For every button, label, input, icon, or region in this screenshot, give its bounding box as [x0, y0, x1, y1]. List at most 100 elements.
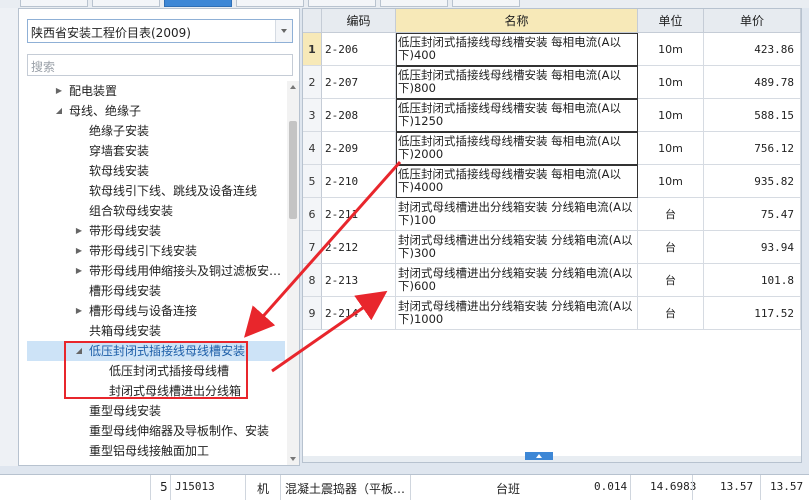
- table-row[interactable]: 9 2-214 封闭式母线槽进出分线箱安装 分线箱电流(A以下)1000 台 117.5…: [303, 297, 801, 330]
- tree-item[interactable]: 软母线安装: [19, 161, 285, 181]
- cell-unit: 台: [638, 297, 704, 330]
- row-number[interactable]: 5: [303, 165, 322, 198]
- catalog-select[interactable]: 陕西省安装工程价目表(2009): [27, 19, 293, 43]
- table-row[interactable]: 8 2-213 封闭式母线槽进出分线箱安装 分线箱电流(A以下)600 台 101.8: [303, 264, 801, 297]
- row-number[interactable]: 1: [303, 33, 322, 66]
- header-name[interactable]: 名称: [396, 9, 638, 33]
- tab-7[interactable]: [452, 0, 520, 7]
- cell-price: 588.15: [704, 99, 801, 132]
- cell-price: 117.52: [704, 297, 801, 330]
- tree-item-label: 组合软母线安装: [89, 204, 174, 218]
- header-price[interactable]: 单价: [704, 9, 801, 33]
- col-divider: [170, 475, 171, 500]
- cell-name: 封闭式母线槽进出分线箱安装 分线箱电流(A以下)100: [396, 198, 638, 231]
- tree-item[interactable]: 重型母线伸缩器及导板制作、安装: [19, 421, 285, 441]
- cell-unit: 10m: [638, 99, 704, 132]
- resource-name: 混凝土震捣器（平板…: [285, 482, 406, 496]
- header-code[interactable]: 编码: [322, 9, 396, 33]
- search-input[interactable]: 搜索: [27, 54, 293, 76]
- row-number[interactable]: 4: [303, 132, 322, 165]
- row-number[interactable]: 8: [303, 264, 322, 297]
- collapse-arrow-icon[interactable]: ◢: [54, 101, 64, 121]
- tree-item[interactable]: ▶ 槽形母线与设备连接: [19, 301, 285, 321]
- cell-unit: 10m: [638, 33, 704, 66]
- scroll-down-icon[interactable]: [287, 453, 299, 465]
- resource-row[interactable]: 5 J15013 机 混凝土震捣器（平板… 台班 0.014 14.6983 1…: [0, 474, 809, 500]
- tree-item[interactable]: 封闭式母线槽进出分线箱: [19, 381, 285, 401]
- cell-price: 101.8: [704, 264, 801, 297]
- header-unit[interactable]: 单位: [638, 9, 704, 33]
- expand-arrow-icon[interactable]: ▶: [74, 241, 84, 261]
- expand-arrow-icon[interactable]: ▶: [74, 301, 84, 321]
- tree-item[interactable]: 重型铝母线接触面加工: [19, 441, 285, 461]
- row-number[interactable]: 9: [303, 297, 322, 330]
- tree-item[interactable]: ◢ 低压封闭式插接线母线槽安装: [27, 341, 285, 361]
- grid-hscroll[interactable]: [303, 452, 801, 462]
- tree-item-label: 共箱母线安装: [89, 324, 162, 338]
- row-number[interactable]: 6: [303, 198, 322, 231]
- tab-3[interactable]: [164, 0, 232, 7]
- table-row[interactable]: 1 2-206 低压封闭式插接线母线槽安装 每相电流(A以下)400 10m 423.8…: [303, 33, 801, 66]
- scroll-up-icon[interactable]: [287, 81, 299, 93]
- cell-unit: 10m: [638, 132, 704, 165]
- cell-unit: 台: [638, 264, 704, 297]
- tree-item-label: 带形母线安装: [89, 224, 162, 238]
- row-number[interactable]: 2: [303, 66, 322, 99]
- cell-code: 2-207: [322, 66, 396, 99]
- tree-item-label: 封闭式母线槽进出分线箱: [109, 384, 242, 398]
- cell-code: 2-210: [322, 165, 396, 198]
- tree-item[interactable]: 低压封闭式插接母线槽: [19, 361, 285, 381]
- resource-price: 14.6983: [650, 480, 697, 493]
- tree-item[interactable]: 组合软母线安装: [19, 201, 285, 221]
- table-row[interactable]: 5 2-210 低压封闭式插接线母线槽安装 每相电流(A以下)4000 10m 935.…: [303, 165, 801, 198]
- tree-item[interactable]: 绝缘子安装: [19, 121, 285, 141]
- tree-item[interactable]: ▶ 带形母线用伸缩接头及铜过滤板安…: [19, 261, 285, 281]
- expand-arrow-icon[interactable]: ▶: [54, 81, 64, 101]
- table-row[interactable]: 2 2-207 低压封闭式插接线母线槽安装 每相电流(A以下)800 10m 489.7…: [303, 66, 801, 99]
- chevron-down-icon[interactable]: [275, 20, 292, 42]
- tree-item[interactable]: 重型母线安装: [19, 401, 285, 421]
- tree-item[interactable]: ▶ 带形母线安装: [19, 221, 285, 241]
- tree-item[interactable]: 穿墙套安装: [19, 141, 285, 161]
- row-number[interactable]: 7: [303, 231, 322, 264]
- tree-item-label: 重型母线安装: [89, 404, 162, 418]
- tab-6[interactable]: [380, 0, 448, 7]
- tree-item[interactable]: 共箱母线安装: [19, 321, 285, 341]
- table-row[interactable]: 4 2-209 低压封闭式插接线母线槽安装 每相电流(A以下)2000 10m 756.…: [303, 132, 801, 165]
- expand-arrow-icon[interactable]: ▶: [74, 221, 84, 241]
- tab-4[interactable]: [236, 0, 304, 7]
- tree-item[interactable]: ▶ 配电装置: [19, 81, 285, 101]
- tree-item-label: 绝缘子安装: [89, 124, 150, 138]
- tree-item-label: 低压封闭式插接母线槽: [109, 364, 230, 378]
- tree-scrollbar[interactable]: [287, 81, 299, 465]
- cell-code: 2-214: [322, 297, 396, 330]
- tree-item-label: 低压封闭式插接线母线槽安装: [89, 344, 246, 358]
- tab-1[interactable]: [20, 0, 88, 7]
- tree-item[interactable]: ◢ 母线、绝缘子: [19, 101, 285, 121]
- cell-price: 489.78: [704, 66, 801, 99]
- tree-item-label: 带形母线用伸缩接头及铜过滤板安…: [89, 264, 282, 278]
- collapse-arrow-icon[interactable]: ◢: [74, 341, 84, 361]
- table-row[interactable]: 7 2-212 封闭式母线槽进出分线箱安装 分线箱电流(A以下)300 台 93.94: [303, 231, 801, 264]
- resource-unit: 台班: [496, 482, 521, 496]
- cell-code: 2-209: [322, 132, 396, 165]
- price-grid: 编码 名称 单位 单价 1 2-206 低压封闭式插接线母线槽安装 每相电流(A以下…: [302, 8, 802, 463]
- tree-item-label: 穿墙套安装: [89, 144, 150, 158]
- expand-arrow-icon[interactable]: ▶: [74, 261, 84, 281]
- table-row[interactable]: 6 2-211 封闭式母线槽进出分线箱安装 分线箱电流(A以下)100 台 75.47: [303, 198, 801, 231]
- left-gutter: [0, 8, 18, 466]
- resource-qty: 0.014: [594, 480, 628, 493]
- row-number[interactable]: 3: [303, 99, 322, 132]
- cell-code: 2-213: [322, 264, 396, 297]
- tree-item[interactable]: [19, 461, 285, 467]
- table-row[interactable]: 3 2-208 低压封闭式插接线母线槽安装 每相电流(A以下)1250 10m 588.…: [303, 99, 801, 132]
- tree-item[interactable]: 槽形母线安装: [19, 281, 285, 301]
- scroll-thumb[interactable]: [289, 121, 297, 219]
- tab-2[interactable]: [92, 0, 160, 7]
- resource-code: J15013: [175, 480, 215, 493]
- tab-5[interactable]: [308, 0, 376, 7]
- grid-splitter-grip[interactable]: [525, 452, 553, 460]
- tree-item[interactable]: 软母线引下线、跳线及设备连线: [19, 181, 285, 201]
- tree-item[interactable]: ▶ 带形母线引下线安装: [19, 241, 285, 261]
- cell-code: 2-211: [322, 198, 396, 231]
